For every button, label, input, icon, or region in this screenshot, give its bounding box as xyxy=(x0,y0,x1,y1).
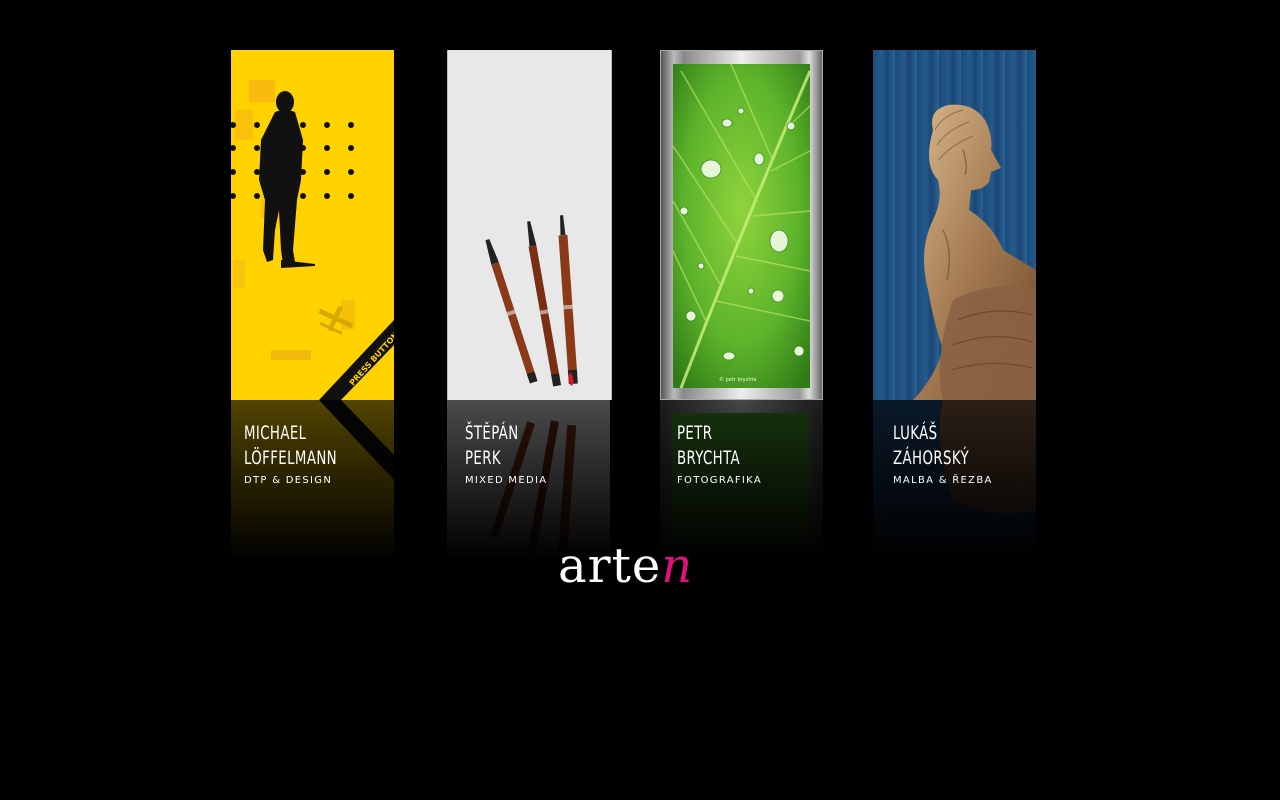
artist-last-name: ZÁHORSKÝ xyxy=(893,447,969,469)
artist-last-name: LÖFFELMANN xyxy=(244,447,338,469)
photo-credit: © petr brychta xyxy=(719,376,757,383)
artist-first-name: ŠTĚPÁN xyxy=(465,422,519,444)
logo-accent-letter: n xyxy=(661,538,694,594)
artist-caption-brychta[interactable]: PETR BRYCHTA FOTOGRAFIKA xyxy=(677,421,762,486)
artist-card-perk[interactable] xyxy=(447,50,612,400)
silhouette-man-image: PRESS BUTTON xyxy=(231,50,394,400)
wood-sculpture-image xyxy=(913,104,1036,400)
artist-caption-loffelmann[interactable]: MICHAEL LÖFFELMANN DTP & DESIGN xyxy=(244,421,363,486)
artist-caption-perk[interactable]: ŠTĚPÁN PERK MIXED MEDIA xyxy=(465,421,547,486)
arten-logo[interactable]: arten xyxy=(558,538,693,594)
leaf-droplets-image: © petr brychta xyxy=(672,63,812,389)
artist-field: DTP & DESIGN xyxy=(244,475,333,486)
artist-card-loffelmann[interactable]: PRESS BUTTON xyxy=(231,50,394,400)
artist-caption-zahorsky[interactable]: LUKÁŠ ZÁHORSKÝ MALBA & ŘEZBA xyxy=(893,421,993,486)
artist-field: MIXED MEDIA xyxy=(465,475,548,486)
artist-first-name: MICHAEL xyxy=(244,422,307,444)
artist-last-name: BRYCHTA xyxy=(677,447,740,469)
artist-field: MALBA & ŘEZBA xyxy=(893,475,993,486)
logo-text: arte xyxy=(558,538,662,594)
brushes-image xyxy=(448,50,611,400)
artist-first-name: PETR xyxy=(677,422,713,444)
artist-last-name: PERK xyxy=(465,447,502,469)
artist-first-name: LUKÁŠ xyxy=(893,422,938,444)
artist-card-zahorsky[interactable] xyxy=(873,50,1036,400)
artist-card-brychta[interactable]: © petr brychta xyxy=(660,50,823,400)
artist-field: FOTOGRAFIKA xyxy=(677,475,762,486)
